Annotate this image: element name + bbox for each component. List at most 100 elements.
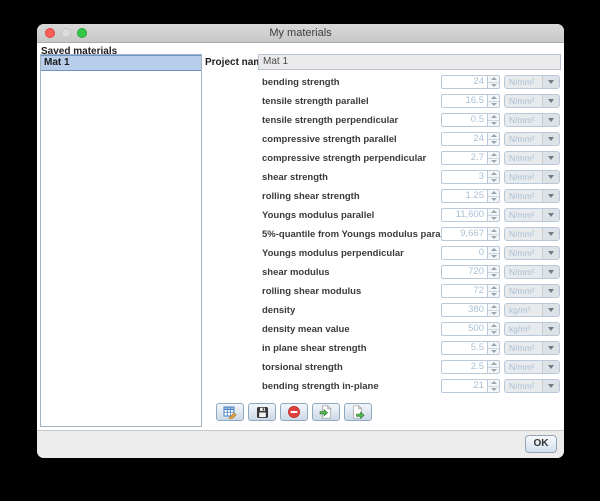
spinner-down-icon[interactable] — [488, 197, 499, 203]
spinner-down-icon[interactable] — [488, 273, 499, 279]
import-button[interactable] — [312, 403, 340, 421]
spinner-buttons[interactable] — [487, 341, 500, 355]
unit-dropdown[interactable]: N/mm² — [504, 379, 560, 393]
project-name-field[interactable]: Mat 1 — [258, 54, 561, 70]
spinner-buttons[interactable] — [487, 360, 500, 374]
spinner-value[interactable]: 500 — [441, 322, 487, 336]
unit-dropdown[interactable]: N/mm² — [504, 151, 560, 165]
spinner-value[interactable]: 720 — [441, 265, 487, 279]
spinner-down-icon[interactable] — [488, 121, 499, 127]
edit-table-button[interactable] — [216, 403, 244, 421]
spinner-down-icon[interactable] — [488, 235, 499, 241]
value-spinner[interactable]: 21 — [441, 379, 500, 393]
spinner-down-icon[interactable] — [488, 254, 499, 260]
chevron-down-icon[interactable] — [542, 76, 559, 88]
spinner-buttons[interactable] — [487, 265, 500, 279]
chevron-down-icon[interactable] — [542, 114, 559, 126]
unit-dropdown[interactable]: N/mm² — [504, 360, 560, 374]
spinner-buttons[interactable] — [487, 170, 500, 184]
spinner-buttons[interactable] — [487, 189, 500, 203]
spinner-down-icon[interactable] — [488, 387, 499, 393]
spinner-down-icon[interactable] — [488, 368, 499, 374]
spinner-value[interactable]: 9,667 — [441, 227, 487, 241]
value-spinner[interactable]: 16.5 — [441, 94, 500, 108]
spinner-down-icon[interactable] — [488, 216, 499, 222]
spinner-buttons[interactable] — [487, 227, 500, 241]
spinner-down-icon[interactable] — [488, 349, 499, 355]
chevron-down-icon[interactable] — [542, 361, 559, 373]
chevron-down-icon[interactable] — [542, 95, 559, 107]
spinner-value[interactable]: 380 — [441, 303, 487, 317]
spinner-down-icon[interactable] — [488, 159, 499, 165]
unit-dropdown[interactable]: N/mm² — [504, 189, 560, 203]
unit-dropdown[interactable]: kg/m³ — [504, 322, 560, 336]
unit-dropdown[interactable]: N/mm² — [504, 75, 560, 89]
save-button[interactable] — [248, 403, 276, 421]
delete-button[interactable] — [280, 403, 308, 421]
spinner-value[interactable]: 24 — [441, 132, 487, 146]
spinner-down-icon[interactable] — [488, 311, 499, 317]
unit-dropdown[interactable]: N/mm² — [504, 284, 560, 298]
value-spinner[interactable]: 1.25 — [441, 189, 500, 203]
chevron-down-icon[interactable] — [542, 266, 559, 278]
value-spinner[interactable]: 720 — [441, 265, 500, 279]
spinner-value[interactable]: 3 — [441, 170, 487, 184]
chevron-down-icon[interactable] — [542, 285, 559, 297]
chevron-down-icon[interactable] — [542, 380, 559, 392]
chevron-down-icon[interactable] — [542, 247, 559, 259]
value-spinner[interactable]: 2.5 — [441, 360, 500, 374]
spinner-down-icon[interactable] — [488, 330, 499, 336]
value-spinner[interactable]: 9,667 — [441, 227, 500, 241]
chevron-down-icon[interactable] — [542, 342, 559, 354]
unit-dropdown[interactable]: N/mm² — [504, 341, 560, 355]
spinner-value[interactable]: 5.5 — [441, 341, 487, 355]
export-button[interactable] — [344, 403, 372, 421]
spinner-down-icon[interactable] — [488, 178, 499, 184]
spinner-down-icon[interactable] — [488, 140, 499, 146]
spinner-down-icon[interactable] — [488, 83, 499, 89]
spinner-value[interactable]: 1.25 — [441, 189, 487, 203]
spinner-buttons[interactable] — [487, 284, 500, 298]
unit-dropdown[interactable]: N/mm² — [504, 227, 560, 241]
spinner-buttons[interactable] — [487, 322, 500, 336]
value-spinner[interactable]: 72 — [441, 284, 500, 298]
chevron-down-icon[interactable] — [542, 171, 559, 183]
chevron-down-icon[interactable] — [542, 133, 559, 145]
spinner-down-icon[interactable] — [488, 292, 499, 298]
chevron-down-icon[interactable] — [542, 323, 559, 335]
spinner-value[interactable]: 24 — [441, 75, 487, 89]
titlebar[interactable]: My materials — [37, 24, 564, 43]
value-spinner[interactable]: 24 — [441, 132, 500, 146]
spinner-value[interactable]: 0.5 — [441, 113, 487, 127]
unit-dropdown[interactable]: kg/m³ — [504, 303, 560, 317]
chevron-down-icon[interactable] — [542, 228, 559, 240]
spinner-buttons[interactable] — [487, 132, 500, 146]
saved-materials-list[interactable]: Mat 1 — [40, 54, 202, 427]
unit-dropdown[interactable]: N/mm² — [504, 113, 560, 127]
value-spinner[interactable]: 0.5 — [441, 113, 500, 127]
unit-dropdown[interactable]: N/mm² — [504, 208, 560, 222]
spinner-buttons[interactable] — [487, 303, 500, 317]
spinner-buttons[interactable] — [487, 75, 500, 89]
value-spinner[interactable]: 0 — [441, 246, 500, 260]
list-item-mat1[interactable]: Mat 1 — [41, 55, 201, 71]
spinner-buttons[interactable] — [487, 208, 500, 222]
chevron-down-icon[interactable] — [542, 304, 559, 316]
chevron-down-icon[interactable] — [542, 190, 559, 202]
value-spinner[interactable]: 3 — [441, 170, 500, 184]
unit-dropdown[interactable]: N/mm² — [504, 265, 560, 279]
spinner-buttons[interactable] — [487, 379, 500, 393]
value-spinner[interactable]: 500 — [441, 322, 500, 336]
value-spinner[interactable]: 380 — [441, 303, 500, 317]
spinner-buttons[interactable] — [487, 246, 500, 260]
spinner-value[interactable]: 0 — [441, 246, 487, 260]
unit-dropdown[interactable]: N/mm² — [504, 170, 560, 184]
chevron-down-icon[interactable] — [542, 209, 559, 221]
spinner-value[interactable]: 11,600 — [441, 208, 487, 222]
ok-button[interactable]: OK — [525, 435, 557, 453]
chevron-down-icon[interactable] — [542, 152, 559, 164]
spinner-value[interactable]: 2.7 — [441, 151, 487, 165]
value-spinner[interactable]: 2.7 — [441, 151, 500, 165]
spinner-buttons[interactable] — [487, 113, 500, 127]
value-spinner[interactable]: 24 — [441, 75, 500, 89]
